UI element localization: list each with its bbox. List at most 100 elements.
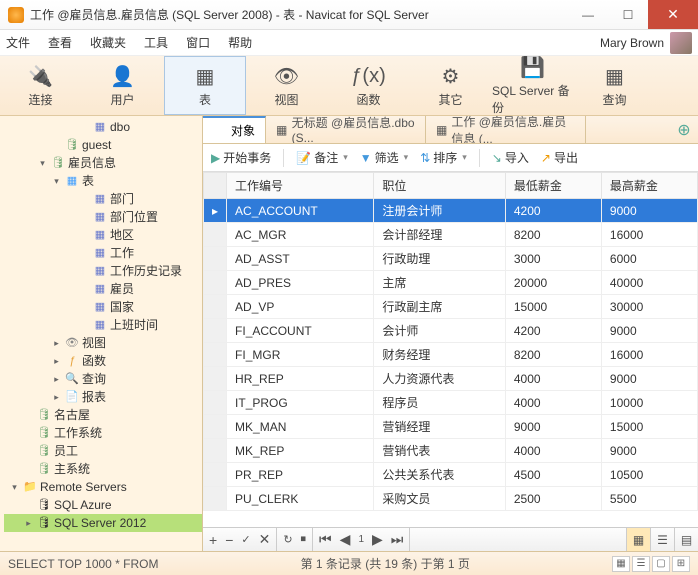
cell[interactable]: 4000 [505, 391, 601, 415]
table-row[interactable]: IT_PROG程序员400010000 [204, 391, 698, 415]
cell[interactable]: 财务经理 [374, 343, 506, 367]
tree-item[interactable]: ▦雇员 [4, 280, 202, 298]
tree-twisty-icon[interactable] [23, 514, 34, 532]
cell[interactable]: 行政助理 [374, 247, 506, 271]
cell[interactable]: 9000 [601, 319, 697, 343]
tab-0[interactable]: 对象 [203, 116, 266, 143]
cell[interactable]: 会计师 [374, 319, 506, 343]
cell[interactable]: 4200 [505, 319, 601, 343]
table-row[interactable]: ▸AC_ACCOUNT注册会计师42009000 [204, 199, 698, 223]
cell[interactable]: 行政副主席 [374, 295, 506, 319]
tree-item[interactable]: ƒ函数 [4, 352, 202, 370]
tree-item[interactable]: ▦上班时间 [4, 316, 202, 334]
tree-item[interactable]: 📁Remote Servers [4, 478, 202, 496]
toolbar-表[interactable]: ▦表 [164, 56, 246, 115]
table-row[interactable]: AD_ASST行政助理30006000 [204, 247, 698, 271]
tool-导入[interactable]: ↘导入 [492, 149, 529, 166]
status-btn-3[interactable]: ▢ [652, 556, 670, 572]
cell[interactable]: IT_PROG [227, 391, 374, 415]
tool-开始事务[interactable]: ▶开始事务 [211, 149, 271, 166]
tree-item[interactable]: ▦工作历史记录 [4, 262, 202, 280]
status-btn-2[interactable]: ☰ [632, 556, 650, 572]
cell[interactable]: PU_CLERK [227, 487, 374, 511]
cell[interactable]: 40000 [601, 271, 697, 295]
cell[interactable]: 16000 [601, 343, 697, 367]
cell[interactable]: 公共关系代表 [374, 463, 506, 487]
cell[interactable]: 9000 [601, 199, 697, 223]
tree-item[interactable]: 🛢主系统 [4, 460, 202, 478]
table-row[interactable]: MK_MAN营销经理900015000 [204, 415, 698, 439]
cell[interactable]: 8200 [505, 223, 601, 247]
cell[interactable]: 20000 [505, 271, 601, 295]
cell[interactable]: 15000 [505, 295, 601, 319]
cell[interactable]: 注册会计师 [374, 199, 506, 223]
cell[interactable]: 9000 [505, 415, 601, 439]
cell[interactable]: 15000 [601, 415, 697, 439]
tool-筛选[interactable]: ▼筛选 [360, 149, 408, 166]
menu-5[interactable]: 帮助 [228, 34, 252, 51]
table-row[interactable]: FI_MGR财务经理820016000 [204, 343, 698, 367]
cell[interactable]: FI_ACCOUNT [227, 319, 374, 343]
cell[interactable]: 6000 [601, 247, 697, 271]
toolbar-用户[interactable]: 👤用户 [82, 56, 164, 115]
table-row[interactable]: HR_REP人力资源代表40009000 [204, 367, 698, 391]
cell[interactable]: MK_MAN [227, 415, 374, 439]
cell[interactable]: MK_REP [227, 439, 374, 463]
nav-add-remove[interactable]: +−✓✕ [203, 528, 277, 551]
maximize-button[interactable] [608, 0, 648, 29]
table-row[interactable]: PR_REP公共关系代表450010500 [204, 463, 698, 487]
cell[interactable]: 30000 [601, 295, 697, 319]
toolbar-函数[interactable]: ƒ(x)函数 [328, 56, 410, 115]
tree-twisty-icon[interactable] [51, 172, 62, 190]
table-row[interactable]: MK_REP营销代表40009000 [204, 439, 698, 463]
user-area[interactable]: Mary Brown [600, 32, 692, 54]
column-header[interactable]: 最低薪金 [505, 173, 601, 199]
column-header[interactable]: 职位 [374, 173, 506, 199]
status-btn-1[interactable]: ▦ [612, 556, 630, 572]
toolbar-SQL Server 备份[interactable]: 💾SQL Server 备份 [492, 56, 574, 115]
tree-item[interactable]: 👁视图 [4, 334, 202, 352]
cell[interactable]: 4200 [505, 199, 601, 223]
form-view-button[interactable]: ☰ [650, 528, 674, 551]
nav-refresh[interactable]: ↻⏹ [277, 528, 313, 551]
cell[interactable]: 4000 [505, 439, 601, 463]
tree-item[interactable]: ▦部门位置 [4, 208, 202, 226]
tree-item[interactable]: ▦国家 [4, 298, 202, 316]
connection-tree[interactable]: ▦dbo🛢guest🛢雇员信息▦表▦部门▦部门位置▦地区▦工作▦工作历史记录▦雇… [0, 116, 202, 534]
cell[interactable]: 采购文员 [374, 487, 506, 511]
tree-item[interactable]: ▦工作 [4, 244, 202, 262]
cell[interactable]: 2500 [505, 487, 601, 511]
cell[interactable]: 16000 [601, 223, 697, 247]
close-button[interactable] [648, 0, 698, 29]
minimize-button[interactable] [568, 0, 608, 29]
cell[interactable]: 会计部经理 [374, 223, 506, 247]
cell[interactable]: FI_MGR [227, 343, 374, 367]
tree-item[interactable]: 🔍查询 [4, 370, 202, 388]
tool-导出[interactable]: ↗导出 [541, 149, 578, 166]
new-tab-button[interactable]: ⊕ [670, 116, 698, 143]
toolbar-连接[interactable]: 🔌连接 [0, 56, 82, 115]
menu-2[interactable]: 收藏夹 [90, 34, 126, 51]
cell[interactable]: 4500 [505, 463, 601, 487]
cell[interactable]: 5500 [601, 487, 697, 511]
cell[interactable]: AD_ASST [227, 247, 374, 271]
cell[interactable]: 程序员 [374, 391, 506, 415]
tree-twisty-icon[interactable] [9, 478, 20, 496]
cell[interactable]: PR_REP [227, 463, 374, 487]
column-header[interactable]: 工作编号 [227, 173, 374, 199]
cell[interactable]: AC_MGR [227, 223, 374, 247]
cell[interactable]: 主席 [374, 271, 506, 295]
table-row[interactable]: AD_VP行政副主席1500030000 [204, 295, 698, 319]
tree-item[interactable]: 🛢雇员信息 [4, 154, 202, 172]
cell[interactable]: 10000 [601, 391, 697, 415]
table-row[interactable]: FI_ACCOUNT会计师42009000 [204, 319, 698, 343]
cell[interactable]: 营销经理 [374, 415, 506, 439]
toolbar-其它[interactable]: ⚙其它 [410, 56, 492, 115]
tree-item[interactable]: 🛢名古屋 [4, 406, 202, 424]
table-row[interactable]: PU_CLERK采购文员25005500 [204, 487, 698, 511]
menu-3[interactable]: 工具 [144, 34, 168, 51]
tab-2[interactable]: ▦工作 @雇员信息.雇员信息 (... [426, 116, 586, 143]
tree-item[interactable]: ▦部门 [4, 190, 202, 208]
tree-item[interactable]: 🛢guest [4, 136, 202, 154]
grid-view-button[interactable]: ▦ [626, 528, 650, 551]
